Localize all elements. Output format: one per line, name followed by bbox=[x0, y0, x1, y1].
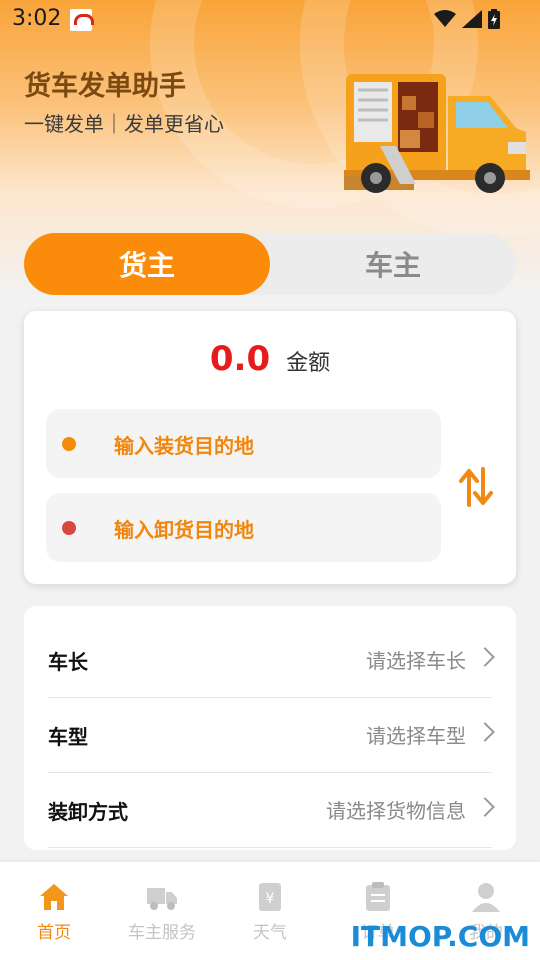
load-address-placeholder: 输入装货目的地 bbox=[114, 434, 254, 458]
truck-icon bbox=[147, 888, 177, 910]
svg-text:¥: ¥ bbox=[266, 891, 275, 907]
form-row-vehicle-length[interactable]: 车长 请选择车长 bbox=[48, 622, 495, 698]
form-row-loading-method[interactable]: 装卸方式 请选择货物信息 bbox=[48, 772, 495, 848]
battery-icon bbox=[488, 9, 500, 29]
row-placeholder: 请选择车长 bbox=[366, 649, 466, 673]
status-bar: 3:02 bbox=[0, 0, 540, 40]
row-label: 车长 bbox=[48, 650, 88, 674]
row-placeholder: 请选择车型 bbox=[366, 724, 466, 748]
vehicle-form: 车长 请选择车长 车型 请选择车型 装卸方式 请选择货物信息 bbox=[24, 606, 516, 850]
amount-display: 0.0 金额 bbox=[24, 339, 516, 379]
chevron-right-icon bbox=[475, 722, 495, 742]
nav-label: 首页 bbox=[37, 923, 71, 943]
nav-item-weather[interactable]: ¥ 天气 bbox=[216, 862, 324, 960]
row-label: 车型 bbox=[48, 725, 88, 749]
role-tab-bar: 货主 车主 bbox=[24, 233, 516, 295]
load-dot-icon bbox=[62, 437, 76, 451]
nav-item-home[interactable]: 首页 bbox=[0, 862, 108, 960]
truck-illustration bbox=[344, 74, 530, 193]
chevron-right-icon bbox=[475, 647, 495, 667]
tab-cargo-owner[interactable]: 货主 bbox=[24, 233, 270, 295]
tab-truck-owner[interactable]: 车主 bbox=[270, 233, 516, 295]
app-title: 货车发单助手 bbox=[24, 71, 186, 102]
unload-dot-icon bbox=[62, 521, 76, 535]
nav-label: 车主服务 bbox=[128, 923, 196, 943]
row-label: 装卸方式 bbox=[48, 800, 128, 824]
order-card: 0.0 金额 输入装货目的地 输入卸货目的地 bbox=[24, 311, 516, 584]
load-address-input[interactable]: 输入装货目的地 bbox=[46, 409, 441, 478]
weather-icon: ¥ bbox=[259, 883, 281, 911]
home-icon bbox=[40, 884, 68, 910]
amount-label: 金额 bbox=[286, 351, 331, 376]
system-icons bbox=[434, 9, 500, 29]
row-placeholder: 请选择货物信息 bbox=[326, 799, 466, 823]
status-time: 3:02 bbox=[12, 6, 62, 31]
chevron-right-icon bbox=[475, 797, 495, 817]
app-notification-icon bbox=[70, 9, 94, 31]
site-watermark: ITMOP.COM bbox=[350, 920, 530, 953]
app-subtitle: 一键发单｜发单更省心 bbox=[24, 112, 224, 136]
swap-addresses-icon[interactable] bbox=[458, 467, 494, 507]
unload-address-placeholder: 输入卸货目的地 bbox=[114, 518, 254, 542]
amount-value: 0.0 bbox=[209, 339, 271, 379]
wifi-icon bbox=[434, 10, 456, 27]
profile-icon bbox=[472, 883, 500, 912]
unload-address-input[interactable]: 输入卸货目的地 bbox=[46, 493, 441, 562]
nav-label: 天气 bbox=[253, 923, 287, 943]
form-row-vehicle-type[interactable]: 车型 请选择车型 bbox=[48, 697, 495, 773]
order-icon bbox=[366, 882, 390, 911]
nav-item-truck-service[interactable]: 车主服务 bbox=[108, 862, 216, 960]
signal-icon bbox=[462, 10, 482, 28]
